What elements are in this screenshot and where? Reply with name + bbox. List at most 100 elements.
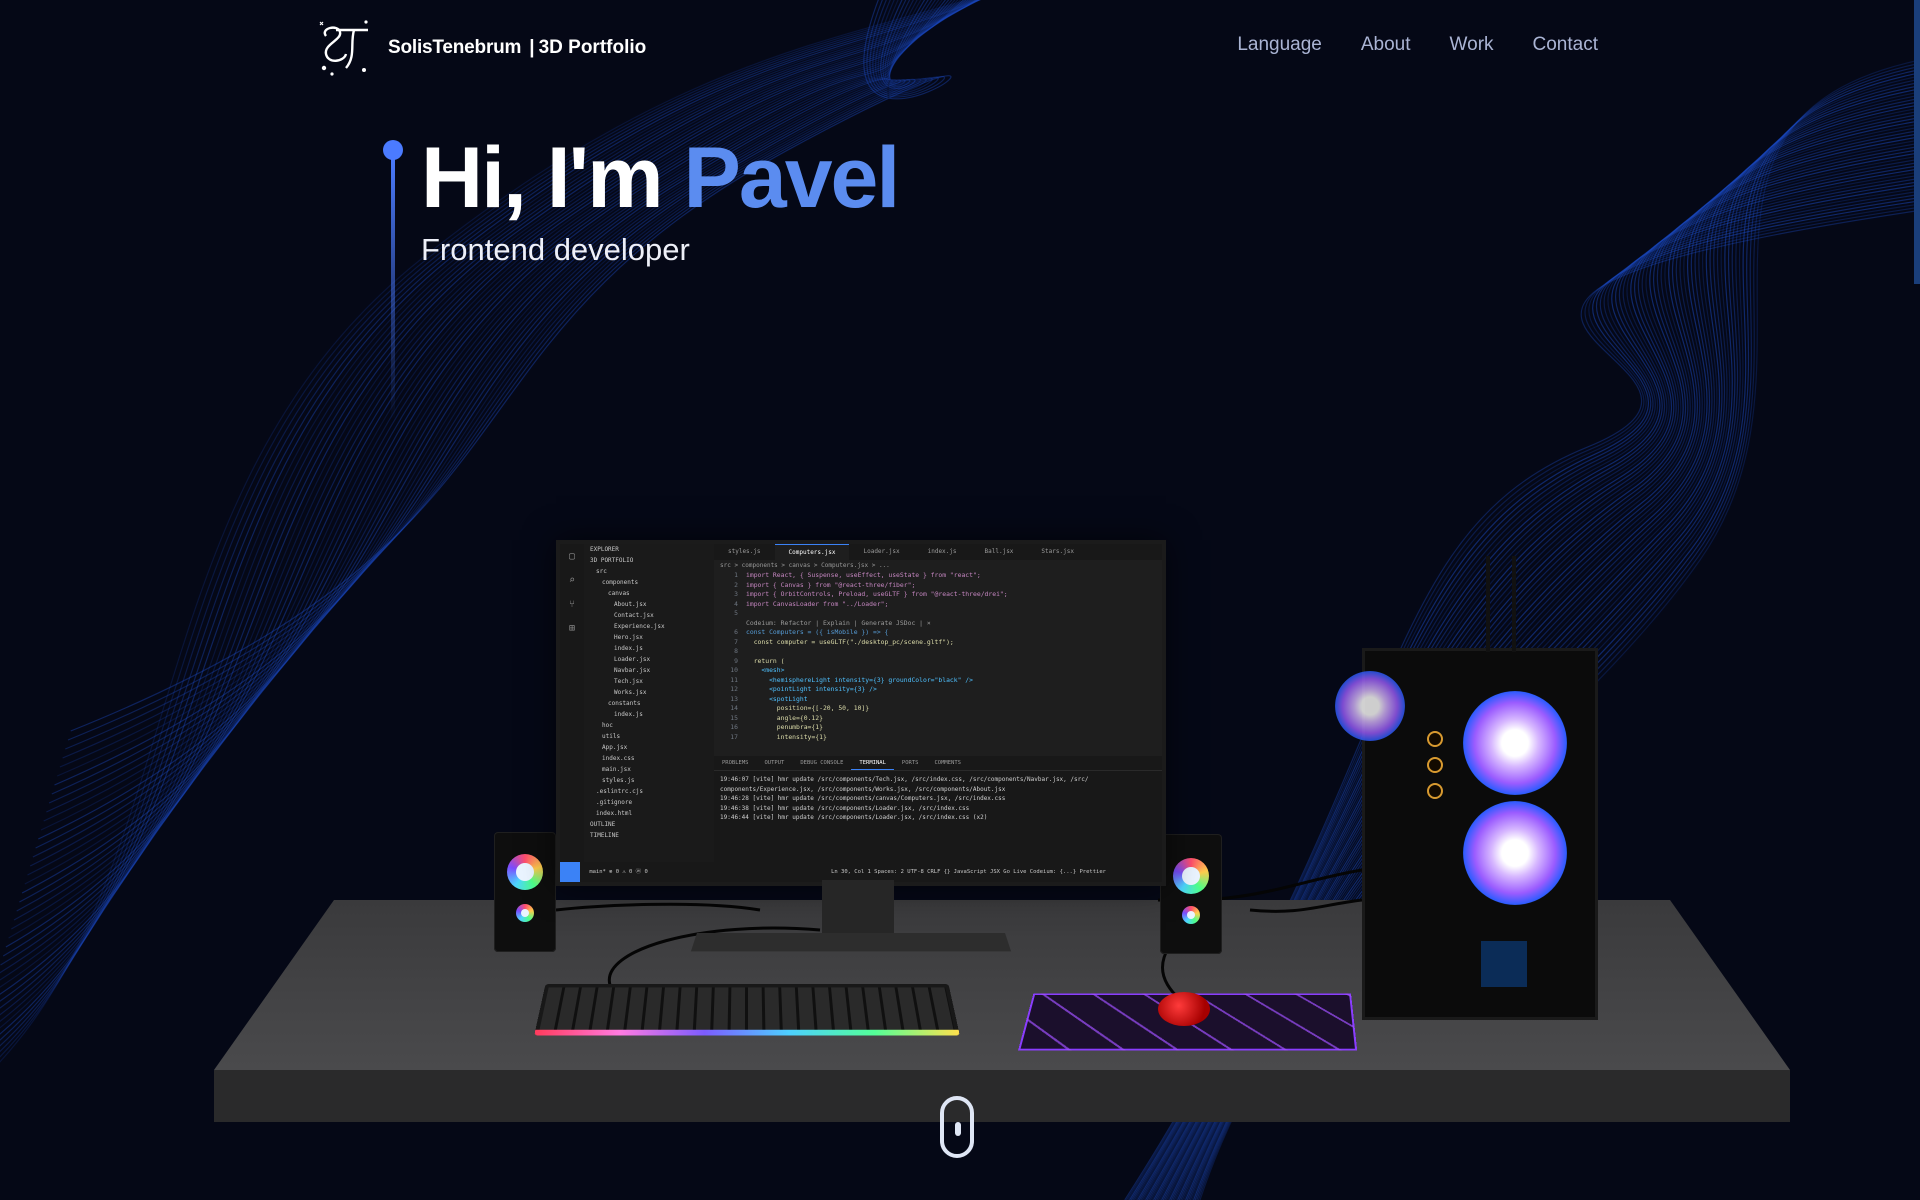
terminal-tab: PORTS <box>901 760 919 766</box>
explorer-item: Contact.jsx <box>614 612 654 619</box>
brand-subtitle: 3D Portfolio <box>538 37 647 58</box>
nav-links: Language About Work Contact <box>1237 34 1598 56</box>
keyboard <box>534 984 960 1036</box>
remote-icon <box>560 862 580 882</box>
ide-explorer: EXPLORER 3D PORTFOLIO src components canvas… <box>584 544 714 862</box>
explorer-item: src <box>596 568 607 575</box>
terminal-tabs: PROBLEMS OUTPUT DEBUG CONSOLE TERMINAL PORTS… <box>714 756 1162 771</box>
explorer-item: index.js <box>614 645 643 652</box>
pc-antenna <box>1512 556 1516 652</box>
code-text: <hemisphereLight intensity={3} groundCol… <box>746 675 974 684</box>
navbar: SolisTenebrum | 3D Portfolio Language Ab… <box>0 0 1920 96</box>
code-line: 12 <pointLight intensity={3} /> <box>714 685 1162 695</box>
code-text: <spotLight <box>746 694 808 703</box>
code-text: position={[-20, 50, 10]} <box>746 704 870 712</box>
nav-link-language[interactable]: Language <box>1237 34 1322 56</box>
line-number: 16 <box>730 723 738 731</box>
brand-name: SolisTenebrum <box>388 37 522 58</box>
editor-tabs: styles.js Computers.jsx Loader.jsx index.js… <box>714 544 1162 560</box>
speaker-ring-small-icon <box>516 904 534 922</box>
computer-3d-canvas[interactable]: ▢ ⌕ ⑂ ⊞ EXPLORER 3D PORTFOLIO src componen… <box>0 0 1920 1200</box>
page-scrollbar[interactable] <box>1914 0 1920 284</box>
line-number: 5 <box>734 609 738 617</box>
hero-name: Pavel <box>683 130 901 226</box>
explorer-item: components <box>602 579 639 586</box>
code-line: 8 <box>714 647 1162 657</box>
mouse-scroll-icon[interactable] <box>940 1096 974 1158</box>
explorer-item: Experience.jsx <box>614 623 665 630</box>
led-icon <box>1427 783 1443 799</box>
code-text: import { Canvas } from "@react-three/fib… <box>746 580 916 589</box>
code-line: 15 angle={0.12} <box>714 714 1162 724</box>
code-text: return ( <box>746 656 785 665</box>
aorus-logo-icon <box>1481 941 1527 987</box>
code-line: 11 <hemisphereLight intensity={3} ground… <box>714 676 1162 686</box>
explorer-title: EXPLORER <box>590 546 619 553</box>
speaker-ring-icon <box>507 854 543 890</box>
scroll-dot <box>955 1122 961 1136</box>
code-line: 2 import { Canvas } from "@react-three/fi… <box>714 581 1162 591</box>
line-number: 13 <box>730 694 738 703</box>
files-icon: ▢ <box>568 550 576 562</box>
code-line: 6 const Computers = ({ isMobile }) => { <box>714 628 1162 638</box>
line-number: 15 <box>730 713 738 722</box>
terminal-line: 19:46:44 [vite] hmr update /src/componen… <box>720 814 988 821</box>
st-monogram-logo-icon <box>319 20 368 76</box>
code-line: 14 position={[-20, 50, 10]} <box>714 704 1162 714</box>
code-text: <mesh> <box>746 666 785 674</box>
speaker-ring-small-icon <box>1182 906 1200 924</box>
line-number: 3 <box>734 590 738 598</box>
extensions-icon: ⊞ <box>568 622 576 634</box>
editor-tab: Ball.jsx <box>984 548 1014 555</box>
brand-link[interactable]: SolisTenebrum | 3D Portfolio <box>316 18 646 78</box>
monitor-stand-neck <box>822 880 894 934</box>
hero-greeting: Hi, I'm <box>421 130 684 226</box>
explorer-item: App.jsx <box>602 744 628 751</box>
explorer-item: main.jsx <box>602 766 631 773</box>
code-line: 7 const computer = useGLTF("./desktop_pc… <box>714 638 1162 648</box>
nav-link-about[interactable]: About <box>1361 34 1411 56</box>
hero-subtitle: Frontend developer <box>421 232 690 267</box>
explorer-list: 3D PORTFOLIO src components canvas About.jsx… <box>584 555 714 841</box>
code-text: import { OrbitControls, Preload, useGLTF… <box>746 590 1008 598</box>
nav-link-work[interactable]: Work <box>1450 34 1494 56</box>
keyboard-keys <box>539 987 955 1032</box>
editor-tab: index.js <box>927 548 957 555</box>
code-text: import React, { Suspense, useEffect, use… <box>746 571 981 579</box>
explorer-item: 3D PORTFOLIO <box>590 557 634 564</box>
code-line: 4 import CanvasLoader from "../Loader"; <box>714 600 1162 610</box>
code-line: Codeium: Refactor | Explain | Generate J… <box>714 619 1162 629</box>
code-text: angle={0.12} <box>746 713 823 722</box>
terminal-line: 19:46:28 [vite] hmr update /src/componen… <box>720 795 1006 802</box>
terminal-line: components/Experience.jsx, /src/componen… <box>720 785 1006 793</box>
explorer-item: styles.js <box>602 777 635 784</box>
status-right: Ln 30, Col 1 Spaces: 2 UTF-8 CRLF {} Jav… <box>831 869 1106 875</box>
brand-separator: | <box>529 37 535 58</box>
nav-link-contact[interactable]: Contact <box>1533 34 1598 56</box>
code-text: const computer = useGLTF("./desktop_pc/s… <box>746 637 954 646</box>
explorer-item: Tech.jsx <box>614 678 643 685</box>
source-control-icon: ⑂ <box>569 598 575 610</box>
ide-terminal: PROBLEMS OUTPUT DEBUG CONSOLE TERMINAL PORTS… <box>714 756 1162 862</box>
code-line: 10 <mesh> <box>714 666 1162 676</box>
ide-editor: styles.js Computers.jsx Loader.jsx index.js… <box>714 544 1162 756</box>
code-text: <pointLight intensity={3} /> <box>746 685 877 693</box>
hero-accent-line <box>383 140 403 420</box>
explorer-item: Works.jsx <box>614 689 647 696</box>
explorer-item: constants <box>608 700 641 707</box>
code-line: 5 <box>714 609 1162 619</box>
mouse <box>1158 992 1210 1026</box>
code-text: penumbra={1} <box>746 723 823 731</box>
explorer-item: Hero.jsx <box>614 634 643 641</box>
line-number: 6 <box>734 628 738 636</box>
editor-tab: Loader.jsx <box>863 548 900 555</box>
terminal-tab: PROBLEMS <box>722 760 749 766</box>
code-line: 16 penumbra={1} <box>714 723 1162 733</box>
line-number: 17 <box>730 732 738 741</box>
terminal-line: 19:46:07 [vite] hmr update /src/componen… <box>720 776 1089 783</box>
line-number: 14 <box>730 704 738 712</box>
explorer-item: index.css <box>602 755 635 762</box>
explorer-item: About.jsx <box>614 601 647 608</box>
pc-case <box>1335 648 1598 1020</box>
terminal-tab: OUTPUT <box>764 760 785 766</box>
